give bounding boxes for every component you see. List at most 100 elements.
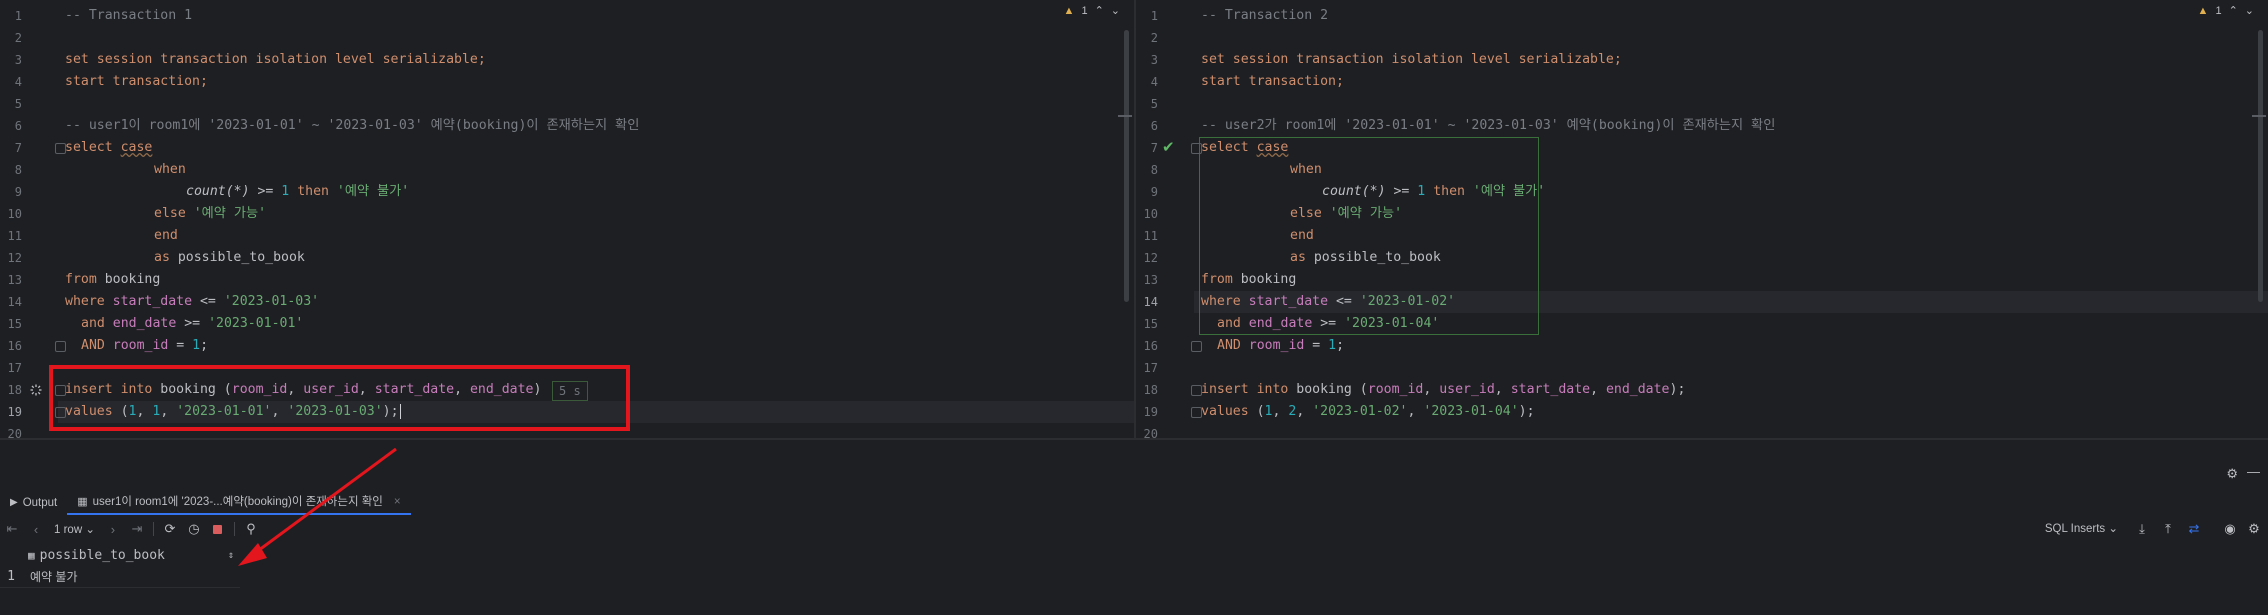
code-line-6[interactable]: -- user1이 room1에 '2023-01-01' ~ '2023-01… [65,115,639,137]
highlight-box [49,365,630,431]
left-editor[interactable]: 1 2 3 4 5 6 7 8 9 10 11 12 13 14 15 16 1… [0,0,1134,438]
tab-result[interactable]: ▦ user1이 room1에 '2023-...예약(booking)이 존재… [67,491,411,515]
code-line-14[interactable]: where start_date <= '2023-01-02' [1201,291,1455,313]
refresh-icon[interactable]: ⟳ [158,518,182,540]
panel-separator[interactable] [0,438,2268,440]
line-number: 12 [1143,251,1158,265]
line-number: 17 [7,361,22,375]
gear-icon[interactable]: ⚙ [2226,466,2238,482]
settings-icon[interactable]: ⚙ [2242,518,2266,540]
code-line-7[interactable]: select case [65,137,152,159]
code-line-7[interactable]: select case [1201,137,1288,159]
code-line-1[interactable]: -- Transaction 1 [65,5,192,27]
download-icon[interactable]: ⤓ [2130,518,2154,540]
code-line-3[interactable]: set session transaction isolation level … [1201,49,1622,71]
code-line-13[interactable]: from booking [1201,269,1296,291]
line-number: 12 [7,251,22,265]
code-line-19[interactable]: values (1, 2, '2023-01-02', '2023-01-04'… [1201,401,1535,423]
line-number: 15 [7,317,22,331]
code-line-18[interactable]: insert into booking (room_id, user_id, s… [1201,379,1685,401]
inspection-widget[interactable]: ▲ 1 ⌃ ⌄ [1064,4,1120,18]
next-page-icon[interactable]: › [101,518,125,540]
inspection-widget[interactable]: ▲ 1 ⌃ ⌄ [2197,4,2254,18]
line-number: 13 [7,273,22,287]
line-number: 1 [1150,9,1158,23]
line-number: 7 [1150,141,1158,155]
column-header[interactable]: ▦ possible_to_book ⇕ [0,545,240,565]
line-number: 9 [1150,185,1158,199]
tab-output-label: Output [22,497,58,509]
chevron-up-icon[interactable]: ⌃ [1095,4,1104,17]
line-number: 4 [14,75,22,89]
sql-inserts-dropdown[interactable]: SQL Inserts ⌄ [2045,518,2118,540]
code-line-1[interactable]: -- Transaction 2 [1201,5,1328,27]
code-line-15[interactable]: and end_date >= '2023-01-04' [1217,313,1439,335]
line-number: 19 [1143,405,1158,419]
chevron-down-icon[interactable]: ⌄ [2245,4,2254,17]
line-number: 2 [14,31,22,45]
line-number: 8 [1150,163,1158,177]
code-line-15[interactable]: and end_date >= '2023-01-01' [81,313,303,335]
editor-scrollbar[interactable] [2258,30,2263,302]
close-icon[interactable]: × [394,491,401,513]
code-line-4[interactable]: start transaction; [65,71,208,93]
compare-icon[interactable]: ⇄ [2182,518,2206,540]
running-spinner-icon [30,384,42,396]
line-number: 14 [1143,295,1158,309]
editor-scrollbar[interactable] [1124,30,1129,302]
pin-icon[interactable]: ⚲ [239,518,263,540]
scroll-marker [2252,115,2266,117]
chevron-down-icon[interactable]: ⌄ [1111,4,1120,17]
line-number: 15 [1143,317,1158,331]
code-line-10[interactable]: else '예약 가능' [154,203,266,225]
line-number: 10 [7,207,22,221]
warning-count: 1 [2215,4,2222,17]
line-number: 10 [1143,207,1158,221]
code-line-8[interactable]: when [154,159,186,181]
prev-page-icon[interactable]: ‹ [24,518,48,540]
line-number: 9 [14,185,22,199]
code-line-16[interactable]: AND room_id = 1; [1217,335,1344,357]
code-line-3[interactable]: set session transaction isolation level … [65,49,486,71]
sort-icon[interactable]: ⇕ [228,550,234,561]
code-line-11[interactable]: end [154,225,178,247]
success-check-icon: ✔ [1162,139,1175,156]
warning-icon: ▲ [2197,4,2209,17]
upload-icon[interactable]: ⤒ [2156,518,2180,540]
first-page-icon[interactable]: ⇤ [0,518,24,540]
row-count-dropdown[interactable]: 1 row ⌄ [48,522,101,536]
line-number: 3 [1150,53,1158,67]
line-number: 7 [14,141,22,155]
fold-marker-icon[interactable] [55,341,66,352]
right-editor[interactable]: 1 2 3 4 5 6 7 8 9 10 11 12 13 14 15 16 1… [1136,0,2268,438]
code-line-8[interactable]: when [1290,159,1322,181]
code-line-16[interactable]: AND room_id = 1; [81,335,208,357]
console-icon: ▶ [10,497,18,508]
eye-icon[interactable]: ◉ [2218,518,2242,540]
code-line-4[interactable]: start transaction; [1201,71,1344,93]
code-line-9[interactable]: count(*) >= 1 then '예약 불가' [1322,181,1545,203]
cell-value[interactable]: 예약 불가 [30,568,78,585]
minimize-icon[interactable]: — [2247,464,2260,479]
code-line-9[interactable]: count(*) >= 1 then '예약 불가' [186,181,409,203]
table-icon: ▦ [77,496,88,508]
code-line-6[interactable]: -- user2가 room1에 '2023-01-01' ~ '2023-01… [1201,115,1775,137]
history-icon[interactable]: ◷ [182,518,206,540]
code-line-12[interactable]: as possible_to_book [1290,247,1441,269]
stop-icon[interactable] [206,518,230,540]
line-number: 14 [7,295,22,309]
chevron-up-icon[interactable]: ⌃ [2229,4,2238,17]
line-number: 1 [14,9,22,23]
fold-marker-icon[interactable] [1191,341,1202,352]
tab-output[interactable]: ▶ Output [0,492,67,514]
code-line-14[interactable]: where start_date <= '2023-01-03' [65,291,319,313]
last-page-icon[interactable]: ⇥ [125,518,149,540]
code-line-11[interactable]: end [1290,225,1314,247]
code-line-13[interactable]: from booking [65,269,160,291]
code-line-12[interactable]: as possible_to_book [154,247,305,269]
table-row[interactable]: 1 예약 불가 [0,565,240,587]
line-number: 5 [1150,97,1158,111]
column-header-label: possible_to_book [39,547,165,563]
code-line-10[interactable]: else '예약 가능' [1290,203,1402,225]
line-number: 8 [14,163,22,177]
